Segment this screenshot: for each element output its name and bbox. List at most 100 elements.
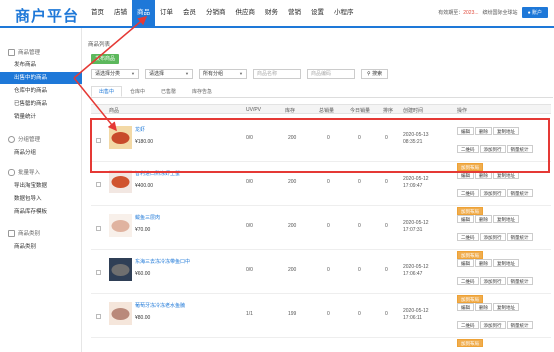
table-header: 商品 UV/PV 库存 总销量 今日销量 排序 创建时间 操作 bbox=[91, 104, 551, 114]
sidebar-item-goods-category[interactable]: 商品类别 bbox=[0, 241, 82, 253]
top-nav: 首页 店铺 商品 订单 会员 分销商 供应商 财务 营销 设置 小程序 bbox=[86, 0, 359, 26]
sidebar-item-sales-stats[interactable]: 销量统计 bbox=[0, 111, 82, 123]
row-checkbox[interactable] bbox=[96, 270, 101, 275]
category-select[interactable]: 请选择分类 ▼ bbox=[91, 69, 139, 79]
add-to-row-button[interactable]: 添加到行 bbox=[479, 277, 506, 285]
product-name-link[interactable]: 东海三去冻冷冻带鱼口中 bbox=[135, 258, 190, 265]
col-created: 创建时间 bbox=[403, 108, 424, 114]
nav-orders[interactable]: 订单 bbox=[155, 0, 178, 26]
search-icon: ⚲ bbox=[367, 71, 371, 77]
goods-name-input[interactable]: 商品名称 bbox=[253, 69, 301, 79]
nav-finance[interactable]: 财务 bbox=[260, 0, 283, 26]
sort-value: 0 bbox=[385, 223, 388, 229]
nav-miniapp[interactable]: 小程序 bbox=[329, 0, 359, 26]
today-sales-value: 0 bbox=[358, 267, 361, 273]
created-date: 2020-05-12 bbox=[403, 264, 429, 270]
product-name-link[interactable]: 鲅鱼三层肉 bbox=[135, 214, 160, 221]
group-select[interactable]: 请选择 ▼ bbox=[145, 69, 193, 79]
created-date: 2020-05-12 bbox=[403, 220, 429, 226]
sidebar-item-warehouse[interactable]: 仓库中的商品 bbox=[0, 85, 82, 97]
row-checkbox[interactable] bbox=[96, 314, 101, 319]
sales-stats-button[interactable]: 销量统计 bbox=[506, 189, 533, 197]
status-tabs: 出售中 仓库中 已售罄 库存告急 bbox=[91, 86, 553, 98]
product-thumbnail[interactable] bbox=[109, 302, 132, 325]
tab-low-stock[interactable]: 库存告急 bbox=[184, 86, 220, 97]
table-row: 鲅鱼三层肉 ¥70.00 0/0 200 0 0 0 2020-05-12 17… bbox=[91, 206, 551, 259]
add-to-row-button[interactable]: 添加到行 bbox=[479, 233, 506, 241]
delete-button[interactable]: 删除 bbox=[475, 215, 492, 223]
stock-value: 200 bbox=[288, 267, 297, 273]
copy-link-button[interactable]: 复制地址 bbox=[493, 259, 519, 267]
user-account-button[interactable]: ● 账户 bbox=[521, 7, 548, 18]
nav-members[interactable]: 会员 bbox=[178, 0, 201, 26]
row-checkbox[interactable] bbox=[96, 226, 101, 231]
tab-on-sale[interactable]: 出售中 bbox=[91, 86, 123, 97]
nav-shop[interactable]: 店铺 bbox=[109, 0, 132, 26]
sidebar-item-goods-groups[interactable]: 商品分组 bbox=[0, 147, 82, 159]
stock-value: 200 bbox=[288, 223, 297, 229]
today-sales-value: 0 bbox=[358, 179, 361, 185]
tab-sold-out[interactable]: 已售罄 bbox=[153, 86, 184, 97]
uvpv-value: 0/0 bbox=[246, 179, 253, 185]
tab-warehouse[interactable]: 仓库中 bbox=[122, 86, 153, 97]
nav-goods[interactable]: 商品 bbox=[132, 0, 155, 26]
qrcode-button[interactable]: 二维码 bbox=[457, 233, 479, 241]
qrcode-button[interactable]: 二维码 bbox=[457, 277, 479, 285]
created-clock: 17:07:31 bbox=[403, 227, 423, 233]
search-button[interactable]: ⚲ 搜索 bbox=[361, 69, 389, 79]
col-sort: 排序 bbox=[383, 108, 394, 114]
created-time: 2020-05-12 17:07:31 bbox=[403, 220, 443, 234]
sidebar-item-publish[interactable]: 发布商品 bbox=[0, 59, 82, 71]
nav-distributors[interactable]: 分销商 bbox=[201, 0, 231, 26]
sidebar-group-import: 批量导入 bbox=[8, 168, 40, 176]
sales-stats-button[interactable]: 销量统计 bbox=[506, 277, 533, 285]
product-price: ¥80.00 bbox=[135, 315, 151, 321]
copy-link-button[interactable]: 复制地址 bbox=[493, 215, 519, 223]
nav-home[interactable]: 首页 bbox=[86, 0, 109, 26]
product-thumbnail[interactable] bbox=[109, 170, 132, 193]
add-to-layout-button[interactable]: 加到布局 bbox=[457, 339, 483, 347]
top-bar: 商户平台 首页 店铺 商品 订单 会员 分销商 供应商 财务 营销 设置 小程序… bbox=[0, 0, 554, 28]
nav-marketing[interactable]: 营销 bbox=[283, 0, 306, 26]
product-thumbnail[interactable] bbox=[109, 214, 132, 237]
goods-code-input[interactable]: 商品编码 bbox=[307, 69, 355, 79]
sort-value: 0 bbox=[385, 311, 388, 317]
nav-settings[interactable]: 设置 bbox=[306, 0, 329, 26]
edit-button[interactable]: 编辑 bbox=[457, 303, 474, 311]
store-name: 缤纷国际全球站 bbox=[482, 10, 518, 16]
col-actions: 操作 bbox=[457, 108, 468, 114]
edit-button[interactable]: 编辑 bbox=[457, 259, 474, 267]
brand-logo[interactable]: 商户平台 bbox=[15, 5, 79, 26]
stock-value: 199 bbox=[288, 311, 297, 317]
product-name-link[interactable]: 葡萄牙冻冷冻老水鱼腩 bbox=[135, 302, 185, 309]
delete-button[interactable]: 删除 bbox=[475, 259, 492, 267]
sidebar-item-package-import[interactable]: 数据包导入 bbox=[0, 193, 82, 205]
sidebar-item-stock-template[interactable]: 商品库存模板 bbox=[0, 206, 82, 218]
table-row: 东海三去冻冷冻带鱼口中 ¥60.00 0/0 200 0 0 0 2020-05… bbox=[91, 250, 551, 303]
created-date: 2020-05-12 bbox=[403, 176, 429, 182]
publish-goods-button[interactable]: 发布商品 bbox=[91, 54, 119, 64]
qrcode-button[interactable]: 二维码 bbox=[457, 189, 479, 197]
sidebar-item-sold-out[interactable]: 已售罄的商品 bbox=[0, 98, 82, 110]
sidebar-item-export-taobao[interactable]: 导出淘宝数据 bbox=[0, 180, 82, 192]
row-checkbox[interactable] bbox=[96, 182, 101, 187]
sidebar-group-label: 批量导入 bbox=[18, 170, 41, 176]
copy-link-button[interactable]: 复制地址 bbox=[493, 303, 519, 311]
user-icon: ● bbox=[527, 10, 531, 16]
sort-select[interactable]: 所有分组 ▼ bbox=[199, 69, 247, 79]
product-thumbnail[interactable] bbox=[109, 258, 132, 281]
nav-suppliers[interactable]: 供应商 bbox=[231, 0, 261, 26]
sales-stats-button[interactable]: 销量统计 bbox=[506, 321, 533, 329]
add-to-row-button[interactable]: 添加到行 bbox=[479, 321, 506, 329]
sidebar-item-on-sale[interactable]: 出售中的商品 bbox=[0, 72, 82, 84]
total-sales-value: 0 bbox=[327, 179, 330, 185]
sidebar-group-groups: 分组管理 bbox=[8, 135, 40, 143]
add-to-row-button[interactable]: 添加到行 bbox=[479, 189, 506, 197]
sales-stats-button[interactable]: 销量统计 bbox=[506, 233, 533, 241]
sort-value: 0 bbox=[385, 179, 388, 185]
sort-value: 0 bbox=[385, 267, 388, 273]
edit-button[interactable]: 编辑 bbox=[457, 215, 474, 223]
delete-button[interactable]: 删除 bbox=[475, 303, 492, 311]
created-time: 2020-05-12 17:06:47 bbox=[403, 264, 443, 278]
qrcode-button[interactable]: 二维码 bbox=[457, 321, 479, 329]
